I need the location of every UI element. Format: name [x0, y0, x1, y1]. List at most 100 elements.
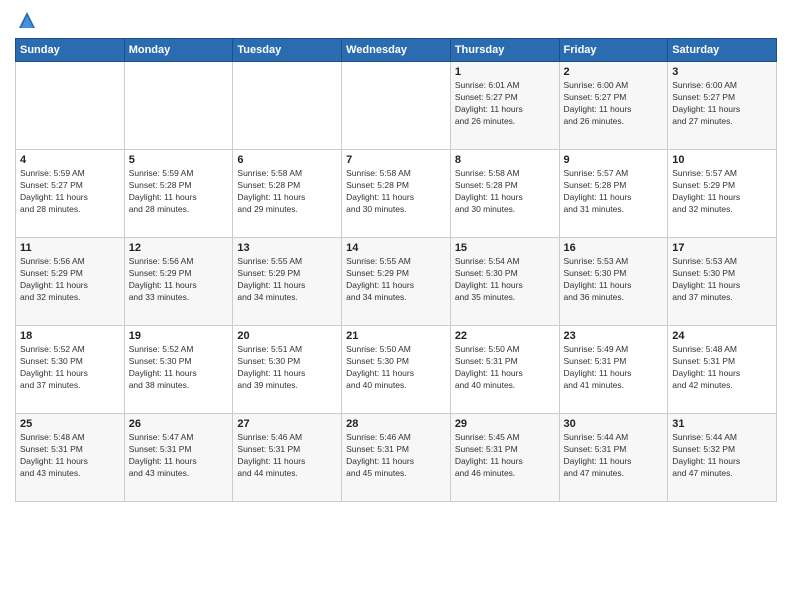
day-number: 8	[455, 154, 555, 166]
day-cell: 13 Sunrise: 5:55 AM Sunset: 5:29 PM Dayli…	[233, 238, 342, 326]
logo	[15, 10, 37, 30]
day-number: 28	[346, 418, 446, 430]
day-info: Sunrise: 5:58 AM Sunset: 5:28 PM Dayligh…	[237, 168, 337, 216]
header-wednesday: Wednesday	[342, 39, 451, 62]
day-cell: 18 Sunrise: 5:52 AM Sunset: 5:30 PM Dayli…	[16, 326, 125, 414]
day-number: 23	[564, 330, 664, 342]
week-row-2: 11 Sunrise: 5:56 AM Sunset: 5:29 PM Dayli…	[16, 238, 777, 326]
day-number: 18	[20, 330, 120, 342]
day-cell: 21 Sunrise: 5:50 AM Sunset: 5:30 PM Dayli…	[342, 326, 451, 414]
day-cell: 29 Sunrise: 5:45 AM Sunset: 5:31 PM Dayli…	[450, 414, 559, 502]
day-info: Sunrise: 5:58 AM Sunset: 5:28 PM Dayligh…	[346, 168, 446, 216]
day-number: 15	[455, 242, 555, 254]
day-cell: 11 Sunrise: 5:56 AM Sunset: 5:29 PM Dayli…	[16, 238, 125, 326]
day-info: Sunrise: 5:44 AM Sunset: 5:31 PM Dayligh…	[564, 432, 664, 480]
day-number: 27	[237, 418, 337, 430]
day-number: 21	[346, 330, 446, 342]
day-info: Sunrise: 5:50 AM Sunset: 5:31 PM Dayligh…	[455, 344, 555, 392]
day-info: Sunrise: 5:57 AM Sunset: 5:28 PM Dayligh…	[564, 168, 664, 216]
day-number: 1	[455, 66, 555, 78]
day-cell	[233, 62, 342, 150]
day-number: 7	[346, 154, 446, 166]
day-info: Sunrise: 5:50 AM Sunset: 5:30 PM Dayligh…	[346, 344, 446, 392]
day-cell: 24 Sunrise: 5:48 AM Sunset: 5:31 PM Dayli…	[668, 326, 777, 414]
day-info: Sunrise: 5:44 AM Sunset: 5:32 PM Dayligh…	[672, 432, 772, 480]
header-saturday: Saturday	[668, 39, 777, 62]
day-number: 12	[129, 242, 229, 254]
week-row-1: 4 Sunrise: 5:59 AM Sunset: 5:27 PM Daylig…	[16, 150, 777, 238]
day-info: Sunrise: 5:59 AM Sunset: 5:28 PM Dayligh…	[129, 168, 229, 216]
day-cell: 14 Sunrise: 5:55 AM Sunset: 5:29 PM Dayli…	[342, 238, 451, 326]
day-cell: 3 Sunrise: 6:00 AM Sunset: 5:27 PM Daylig…	[668, 62, 777, 150]
header-tuesday: Tuesday	[233, 39, 342, 62]
day-cell: 7 Sunrise: 5:58 AM Sunset: 5:28 PM Daylig…	[342, 150, 451, 238]
day-info: Sunrise: 5:46 AM Sunset: 5:31 PM Dayligh…	[237, 432, 337, 480]
day-info: Sunrise: 5:58 AM Sunset: 5:28 PM Dayligh…	[455, 168, 555, 216]
day-info: Sunrise: 6:00 AM Sunset: 5:27 PM Dayligh…	[672, 80, 772, 128]
day-number: 26	[129, 418, 229, 430]
day-info: Sunrise: 5:48 AM Sunset: 5:31 PM Dayligh…	[672, 344, 772, 392]
day-info: Sunrise: 5:55 AM Sunset: 5:29 PM Dayligh…	[346, 256, 446, 304]
day-cell: 30 Sunrise: 5:44 AM Sunset: 5:31 PM Dayli…	[559, 414, 668, 502]
day-number: 17	[672, 242, 772, 254]
day-info: Sunrise: 5:53 AM Sunset: 5:30 PM Dayligh…	[672, 256, 772, 304]
logo-icon	[17, 10, 37, 30]
day-cell: 31 Sunrise: 5:44 AM Sunset: 5:32 PM Dayli…	[668, 414, 777, 502]
day-cell: 27 Sunrise: 5:46 AM Sunset: 5:31 PM Dayli…	[233, 414, 342, 502]
day-cell: 28Sunrise: 5:46 AM Sunset: 5:31 PM Dayli…	[342, 414, 451, 502]
week-row-4: 25Sunrise: 5:48 AM Sunset: 5:31 PM Dayli…	[16, 414, 777, 502]
day-cell	[16, 62, 125, 150]
day-number: 24	[672, 330, 772, 342]
week-row-3: 18 Sunrise: 5:52 AM Sunset: 5:30 PM Dayli…	[16, 326, 777, 414]
day-info: Sunrise: 5:54 AM Sunset: 5:30 PM Dayligh…	[455, 256, 555, 304]
day-cell	[342, 62, 451, 150]
day-info: Sunrise: 5:56 AM Sunset: 5:29 PM Dayligh…	[129, 256, 229, 304]
header-monday: Monday	[124, 39, 233, 62]
day-number: 10	[672, 154, 772, 166]
day-number: 9	[564, 154, 664, 166]
day-cell: 9 Sunrise: 5:57 AM Sunset: 5:28 PM Daylig…	[559, 150, 668, 238]
day-number: 6	[237, 154, 337, 166]
day-info: Sunrise: 5:55 AM Sunset: 5:29 PM Dayligh…	[237, 256, 337, 304]
day-number: 14	[346, 242, 446, 254]
week-row-0: 1 Sunrise: 6:01 AM Sunset: 5:27 PM Daylig…	[16, 62, 777, 150]
day-number: 11	[20, 242, 120, 254]
day-cell: 6 Sunrise: 5:58 AM Sunset: 5:28 PM Daylig…	[233, 150, 342, 238]
day-cell: 5Sunrise: 5:59 AM Sunset: 5:28 PM Daylig…	[124, 150, 233, 238]
day-info: Sunrise: 6:01 AM Sunset: 5:27 PM Dayligh…	[455, 80, 555, 128]
day-cell	[124, 62, 233, 150]
header-friday: Friday	[559, 39, 668, 62]
day-info: Sunrise: 5:59 AM Sunset: 5:27 PM Dayligh…	[20, 168, 120, 216]
calendar-table: SundayMondayTuesdayWednesdayThursdayFrid…	[15, 38, 777, 502]
day-cell: 2Sunrise: 6:00 AM Sunset: 5:27 PM Daylig…	[559, 62, 668, 150]
day-number: 4	[20, 154, 120, 166]
header-thursday: Thursday	[450, 39, 559, 62]
day-info: Sunrise: 5:57 AM Sunset: 5:29 PM Dayligh…	[672, 168, 772, 216]
day-info: Sunrise: 6:00 AM Sunset: 5:27 PM Dayligh…	[564, 80, 664, 128]
day-cell: 17 Sunrise: 5:53 AM Sunset: 5:30 PM Dayli…	[668, 238, 777, 326]
day-number: 25	[20, 418, 120, 430]
day-number: 20	[237, 330, 337, 342]
day-info: Sunrise: 5:52 AM Sunset: 5:30 PM Dayligh…	[20, 344, 120, 392]
header	[15, 10, 777, 30]
day-cell: 10 Sunrise: 5:57 AM Sunset: 5:29 PM Dayli…	[668, 150, 777, 238]
day-info: Sunrise: 5:49 AM Sunset: 5:31 PM Dayligh…	[564, 344, 664, 392]
day-cell: 22 Sunrise: 5:50 AM Sunset: 5:31 PM Dayli…	[450, 326, 559, 414]
day-cell: 8 Sunrise: 5:58 AM Sunset: 5:28 PM Daylig…	[450, 150, 559, 238]
page-container: SundayMondayTuesdayWednesdayThursdayFrid…	[0, 0, 792, 512]
day-info: Sunrise: 5:56 AM Sunset: 5:29 PM Dayligh…	[20, 256, 120, 304]
day-info: Sunrise: 5:45 AM Sunset: 5:31 PM Dayligh…	[455, 432, 555, 480]
day-number: 22	[455, 330, 555, 342]
day-info: Sunrise: 5:47 AM Sunset: 5:31 PM Dayligh…	[129, 432, 229, 480]
day-cell: 23 Sunrise: 5:49 AM Sunset: 5:31 PM Dayli…	[559, 326, 668, 414]
day-cell: 4 Sunrise: 5:59 AM Sunset: 5:27 PM Daylig…	[16, 150, 125, 238]
day-number: 3	[672, 66, 772, 78]
day-number: 31	[672, 418, 772, 430]
day-number: 30	[564, 418, 664, 430]
day-number: 19	[129, 330, 229, 342]
day-cell: 15 Sunrise: 5:54 AM Sunset: 5:30 PM Dayli…	[450, 238, 559, 326]
day-number: 13	[237, 242, 337, 254]
day-number: 29	[455, 418, 555, 430]
day-info: Sunrise: 5:52 AM Sunset: 5:30 PM Dayligh…	[129, 344, 229, 392]
day-info: Sunrise: 5:51 AM Sunset: 5:30 PM Dayligh…	[237, 344, 337, 392]
